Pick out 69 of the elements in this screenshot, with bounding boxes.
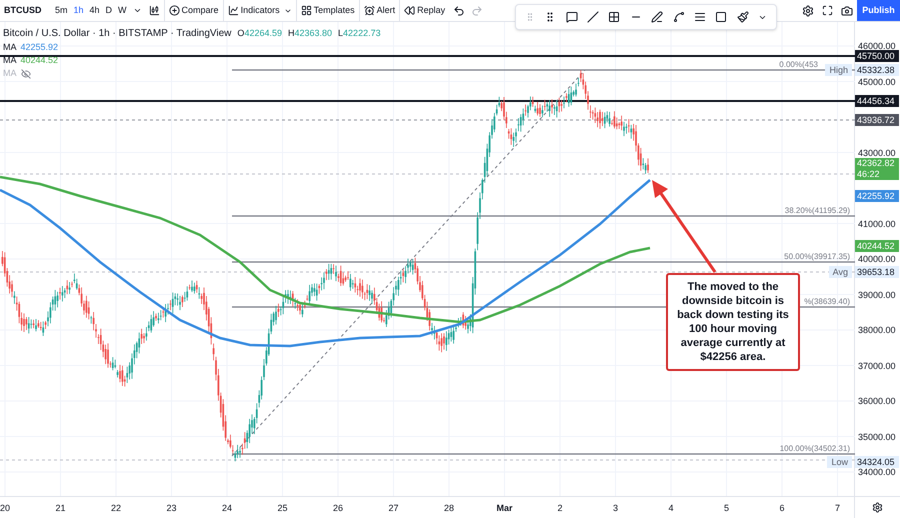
price-label: 44456.34 [855, 95, 899, 107]
price-tick: 45000.00 [858, 78, 896, 86]
price-tick: 39000.00 [858, 290, 896, 300]
indicator-price-label: 40244.52 [855, 240, 899, 252]
last-price: 42362.82 [857, 158, 896, 169]
fib-level-label: 38.20%(41195.29) [784, 207, 850, 215]
annotation-box: The moved to the downside bitcoin is back down testing its 100 hour moving average currently at $42256 area. [666, 273, 800, 371]
indicator-value: 42255.92 [20, 41, 58, 54]
ohlc-value: 42222.73 [343, 26, 381, 40]
toolbar-button[interactable]: Indicators [222, 0, 296, 21]
date-label: 26 [333, 502, 343, 515]
stat-tag: High [825, 64, 852, 76]
price-label: 34324.05 [855, 456, 899, 468]
fib-level-label: 100.00%(34502.31) [780, 445, 850, 453]
date-label: 23 [166, 502, 176, 515]
date-label: 24 [222, 502, 232, 515]
ohlc-label: H [288, 26, 294, 40]
stat-tag: Low [827, 456, 852, 468]
price-tick: 34000.00 [858, 468, 896, 477]
date-label: 2 [558, 502, 562, 515]
fib-level-label: 0.00%(453 [779, 61, 818, 69]
interval-tab[interactable]: 4h [86, 4, 103, 18]
price-tick: 41000.00 [858, 220, 896, 228]
date-label: 21 [56, 502, 66, 515]
toolbar-button[interactable]: Compare [164, 0, 223, 21]
ohlc-label: O [237, 26, 244, 40]
price-tick: 38000.00 [858, 326, 896, 335]
date-label: 20 [0, 502, 10, 515]
price-label: 43936.72 [855, 114, 899, 126]
price-tick: 35000.00 [858, 432, 896, 442]
toolbar-button[interactable]: Templates [296, 0, 359, 21]
toolbar-button[interactable]: Replay [399, 0, 450, 21]
price-tick: 36000.00 [858, 397, 896, 406]
price-label: 45750.00 [855, 50, 899, 62]
date-label: 25 [278, 502, 288, 515]
fib-level-label: 50.00%(39917.35) [784, 253, 850, 261]
date-label: 3 [613, 502, 618, 515]
interval-tab[interactable]: 1h [70, 4, 87, 18]
date-label: 6 [780, 502, 784, 515]
date-label: 5 [724, 502, 729, 515]
ohlc-value: 42264.59 [244, 26, 282, 40]
price-label: 45332.38 [855, 64, 899, 76]
interval-tab[interactable]: W [115, 4, 130, 18]
publish-button[interactable]: Publish [857, 0, 900, 21]
price-tick: 40000.00 [858, 255, 896, 264]
interval-tab[interactable]: 5m [52, 4, 71, 18]
date-label: 22 [111, 502, 121, 515]
ohlc-label: L [338, 26, 344, 40]
price-tick: 37000.00 [858, 362, 896, 370]
indicator-value: 40244.52 [20, 54, 58, 68]
date-label: 7 [835, 502, 840, 515]
date-label: Mar [496, 502, 512, 515]
fib-level-label: %(38639.40) [804, 298, 850, 306]
price-label: 39653.18 [855, 266, 899, 278]
date-label: 27 [388, 502, 398, 515]
date-label: 28 [444, 502, 454, 515]
chart-title: Bitcoin / U.S. Dollar · 1h · BITSTAMP · TradingView [3, 27, 232, 41]
bar-countdown: 46:22 [857, 169, 881, 180]
symbol-label[interactable]: BTCUSD [0, 4, 52, 18]
indicator-price-label: 42255.92 [855, 190, 899, 202]
toolbar-button[interactable]: Alert [358, 0, 400, 21]
indicator-label[interactable]: MA [3, 54, 16, 68]
indicator-label[interactable]: MA [3, 41, 16, 55]
date-label: 4 [668, 502, 674, 515]
price-tick: 46000.00 [858, 42, 896, 51]
ohlc-value: 42363.80 [294, 26, 332, 40]
interval-tab[interactable]: D [102, 4, 116, 18]
price-tick: 43000.00 [858, 148, 896, 158]
stat-tag: Avg [828, 266, 852, 278]
